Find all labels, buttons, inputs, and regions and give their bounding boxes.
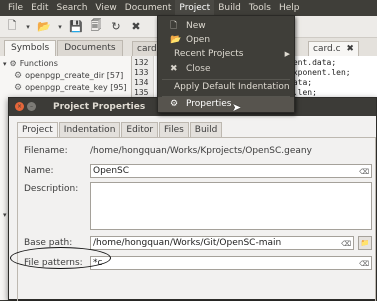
menu-file[interactable]: File [4, 0, 27, 16]
clear-icon[interactable]: ⌫ [341, 238, 351, 250]
new-icon: 🗋 [170, 21, 178, 31]
code-line: exponent.len; [288, 68, 351, 77]
mouse-pointer-icon: ➤ [232, 101, 242, 114]
open-folder-icon[interactable]: 📂 [36, 19, 52, 35]
menu-item-label: Open [186, 35, 211, 45]
menu-build[interactable]: Build [214, 0, 245, 16]
menu-document[interactable]: Document [121, 0, 176, 16]
chevron-down-icon[interactable]: ▾ [24, 19, 32, 35]
dialog-tabs: Project Indentation Editor Files Build [17, 122, 223, 138]
clear-icon[interactable]: ⌫ [359, 258, 369, 270]
name-field[interactable]: OpenSC ⌫ [90, 164, 372, 178]
menu-project[interactable]: Project [175, 0, 215, 16]
line-number: 132 [134, 58, 149, 67]
menu-search[interactable]: Search [53, 0, 92, 16]
tab-documents[interactable]: Documents [57, 40, 123, 56]
close-file-icon[interactable]: ✖ [128, 19, 144, 35]
submenu-arrow-icon: ▶ [284, 50, 290, 58]
sidebar-tabs: Symbols Documents [0, 38, 132, 56]
line-number: 135 [134, 88, 149, 97]
name-label: Name: [24, 166, 54, 176]
project-menu-dropdown: 🗋 New 📂 Open Recent Projects ▶ ✖ Close A… [157, 15, 295, 113]
tree-root-label: Functions [19, 59, 58, 68]
menu-item-properties[interactable]: ⚙ Properties [158, 97, 294, 112]
code-line: ment.data; [288, 58, 337, 67]
tree-item-label: openpgp_create_key [95] [25, 83, 127, 92]
function-group-icon: ⚙ [9, 59, 17, 68]
base-path-field[interactable]: /home/hongquan/Works/Git/OpenSC-main ⌫ [90, 236, 354, 250]
tab-indentation[interactable]: Indentation [58, 122, 121, 138]
close-icon[interactable]: × [15, 102, 24, 111]
menu-item-label: Apply Default Indentation [174, 82, 290, 92]
function-icon: ⚙ [14, 71, 23, 81]
tab-project[interactable]: Project [17, 122, 58, 138]
tab-symbols[interactable]: Symbols [4, 40, 57, 56]
line-number: 133 [134, 68, 149, 77]
browse-folder-button[interactable]: 📁 [358, 236, 372, 250]
menu-item-label: Properties [186, 99, 232, 109]
open-icon: 📂 [170, 35, 182, 45]
gear-icon: ⚙ [170, 99, 179, 109]
tab-build[interactable]: Build [189, 122, 223, 138]
chevron-down-icon[interactable]: ▾ [56, 19, 64, 35]
menu-item-new[interactable]: 🗋 New [158, 19, 294, 34]
close-icon: ✖ [170, 64, 178, 74]
menu-tools[interactable]: Tools [245, 0, 275, 16]
menu-help[interactable]: Help [275, 0, 304, 16]
function-icon: ⚙ [14, 83, 23, 93]
clear-icon[interactable]: ⌫ [359, 166, 369, 178]
menu-item-open[interactable]: 📂 Open [158, 33, 294, 48]
tab-editor[interactable]: Editor [121, 122, 159, 138]
minimize-icon[interactable]: – [27, 102, 36, 111]
tree-item-label: openpgp_create_dir [57] [25, 71, 124, 80]
close-tab-icon[interactable]: ✖ [346, 44, 354, 54]
tab-files[interactable]: Files [159, 122, 189, 138]
tab-card-c-label: card.c [313, 44, 341, 54]
file-patterns-field[interactable]: *c ⌫ [90, 256, 372, 270]
expander-down-icon[interactable]: ▾ [3, 211, 7, 219]
base-path-field-value: /home/hongquan/Works/Git/OpenSC-main [93, 238, 282, 248]
menu-view[interactable]: View [91, 0, 120, 16]
highlight-ellipse [10, 247, 111, 269]
filename-value: /home/hongquan/Works/Kprojects/OpenSC.ge… [90, 146, 312, 156]
menu-item-close[interactable]: ✖ Close [158, 62, 294, 77]
tab-card-c[interactable]: card.c ✖ [308, 41, 359, 56]
name-field-value: OpenSC [93, 166, 130, 176]
save-all-icon[interactable]: 🗐 [88, 19, 104, 35]
save-icon[interactable]: 💾 [68, 19, 84, 35]
menu-bar: File Edit Search View Document Project B… [0, 0, 377, 16]
project-properties-dialog: Project Properties × – Project Indentati… [8, 97, 377, 301]
menu-item-label: New [186, 21, 206, 31]
menu-item-label: Close [186, 64, 211, 74]
revert-icon[interactable]: ↻ [108, 19, 124, 35]
tree-item[interactable]: ⚙ openpgp_create_key [95] [14, 82, 127, 94]
line-number: 134 [134, 78, 149, 87]
filename-label: Filename: [24, 146, 68, 156]
menu-item-label: Recent Projects [174, 49, 244, 59]
description-field[interactable] [90, 182, 372, 230]
menu-item-recent-projects[interactable]: Recent Projects ▶ [158, 47, 294, 62]
tree-item[interactable]: ⚙ openpgp_create_dir [57] [14, 70, 123, 82]
new-file-icon[interactable]: 🗋 [4, 19, 20, 35]
menu-edit[interactable]: Edit [27, 0, 52, 16]
project-tab-panel: Filename: /home/hongquan/Works/Kprojects… [17, 137, 376, 301]
menu-item-apply-default-indentation[interactable]: Apply Default Indentation [158, 80, 294, 95]
expander-down-icon[interactable]: ▾ [3, 58, 7, 70]
description-label: Description: [24, 184, 79, 194]
tree-root-functions[interactable]: ▾ ⚙ Functions [3, 58, 58, 70]
